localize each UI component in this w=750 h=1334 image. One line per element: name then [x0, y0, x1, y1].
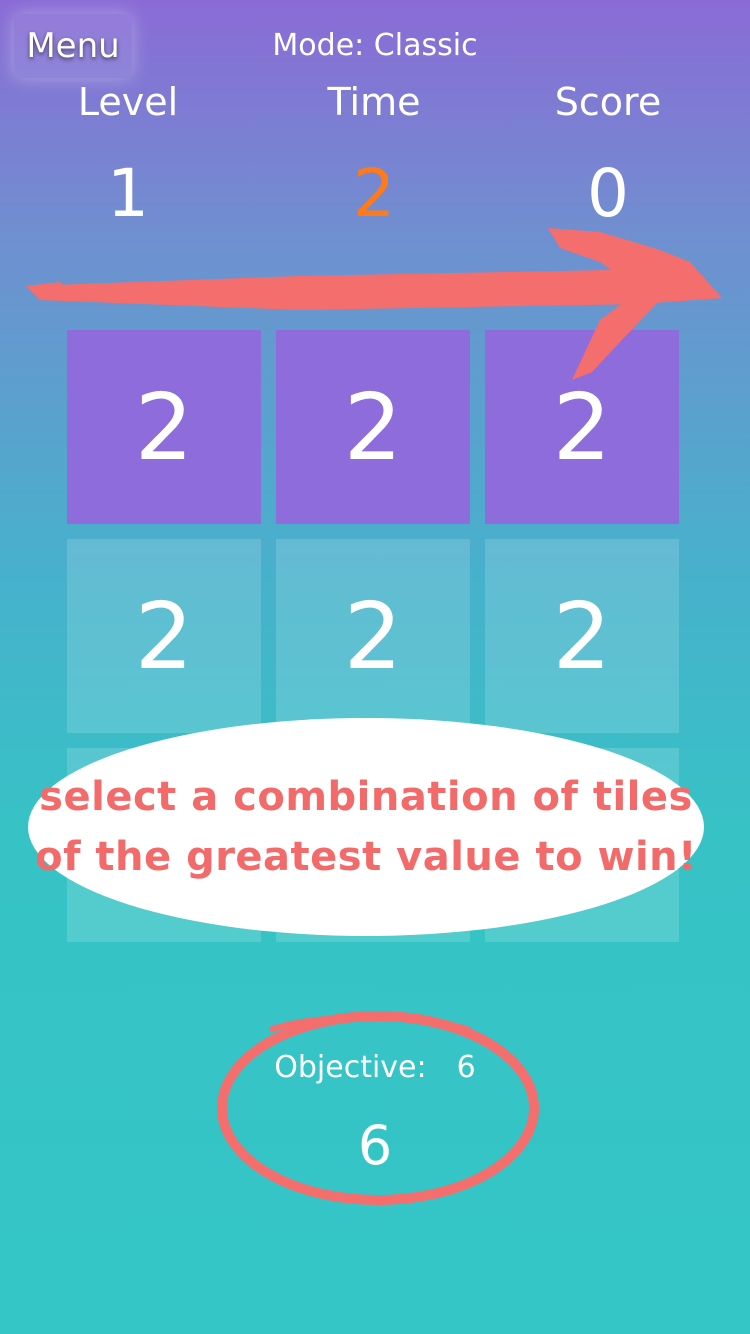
tile-r2c3[interactable]: 2	[485, 539, 679, 733]
level-value: 1	[107, 155, 149, 232]
time-value: 2	[353, 155, 395, 232]
tile-r2c2[interactable]: 2	[276, 539, 470, 733]
tile-r2c1[interactable]: 2	[67, 539, 261, 733]
level-label: Level	[77, 80, 179, 124]
tile-r1c2[interactable]: 2	[276, 330, 470, 524]
tile-r1c3[interactable]: 2	[485, 330, 679, 524]
objective-row: Objective: 6	[0, 1050, 750, 1085]
mode-label: Mode: Classic	[272, 28, 478, 63]
objective-label: Objective:	[274, 1050, 427, 1085]
score-value: 0	[587, 155, 629, 232]
tutorial-bubble: select a combination of tiles of the gre…	[28, 718, 704, 936]
tile-r1c1[interactable]: 2	[67, 330, 261, 524]
tutorial-line-1: select a combination of tiles	[39, 774, 693, 820]
score-label: Score	[554, 80, 662, 124]
objective-target: 6	[456, 1050, 476, 1085]
tutorial-line-2: of the greatest value to win!	[35, 834, 697, 880]
time-label: Time	[327, 80, 421, 124]
objective-current: 6	[357, 1114, 393, 1177]
